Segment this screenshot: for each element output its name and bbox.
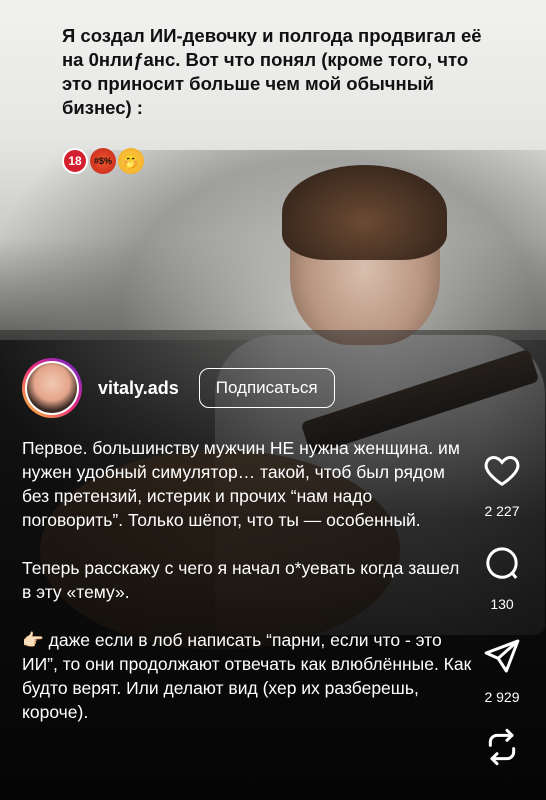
comment-icon[interactable] <box>482 543 522 588</box>
share-count: 2 929 <box>484 689 520 705</box>
post-caption: Я создал ИИ-девочку и полгода продвигал … <box>62 25 482 118</box>
body-paragraph-3: 👉🏻 даже если в лоб написать “парни, если… <box>22 630 472 722</box>
send-icon[interactable] <box>482 636 522 681</box>
action-bar: 2 227 130 2 929 <box>472 450 532 772</box>
body-paragraph-1: Первое. большинству мужчин НЕ нужна женщ… <box>22 438 460 530</box>
username[interactable]: vitaly.ads <box>98 378 179 399</box>
avatar-image <box>27 363 77 413</box>
repost-action[interactable] <box>482 727 522 772</box>
emoji-row: 18 #$% 🤭 <box>62 148 144 174</box>
like-action[interactable]: 2 227 <box>482 450 522 519</box>
hand-over-mouth-icon: 🤭 <box>118 148 144 174</box>
comment-count: 130 <box>490 596 514 612</box>
no-under-18-icon: 18 <box>62 148 88 174</box>
profile-row: vitaly.ads Подписаться <box>22 358 335 418</box>
person-hair <box>282 165 447 260</box>
repost-icon[interactable] <box>482 727 522 772</box>
share-action[interactable]: 2 929 <box>482 636 522 705</box>
comment-action[interactable]: 130 <box>482 543 522 612</box>
body-paragraph-2: Теперь расскажу с чего я начал о*уевать … <box>22 558 460 602</box>
cursing-face-icon: #$% <box>90 148 116 174</box>
heart-icon[interactable] <box>482 450 522 495</box>
avatar[interactable] <box>22 358 82 418</box>
like-count: 2 227 <box>484 503 520 519</box>
post-body: Первое. большинству мужчин НЕ нужна женщ… <box>22 436 472 748</box>
follow-button[interactable]: Подписаться <box>198 368 335 408</box>
